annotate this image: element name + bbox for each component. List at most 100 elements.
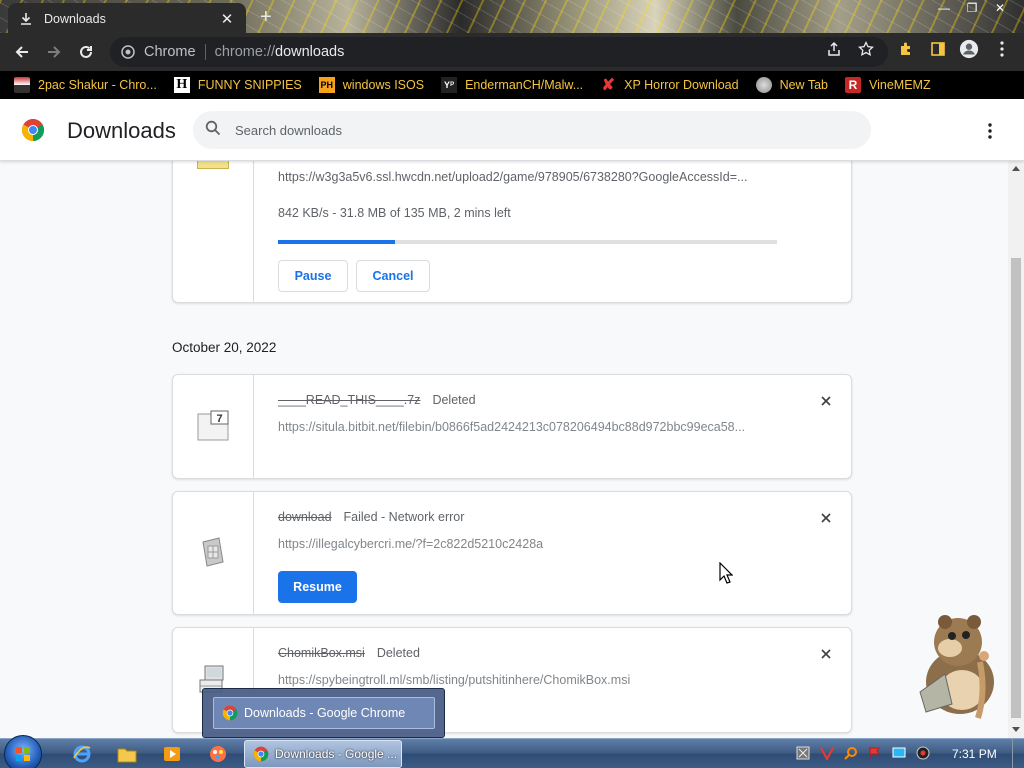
bookmark-endermanch[interactable]: YP EndermanCH/Malw... (441, 77, 583, 93)
progress-bar-fill (278, 240, 396, 244)
bookmark-vinememz[interactable]: R VineMEMZ (845, 77, 931, 93)
extensions-icon[interactable] (896, 39, 916, 59)
tray-search-icon[interactable] (843, 745, 859, 761)
search-input[interactable] (235, 122, 835, 138)
filename-row: download Failed - Network error (278, 510, 464, 524)
tray-flag-icon[interactable] (867, 745, 883, 761)
filename[interactable]: download (278, 510, 332, 524)
taskbar-clock[interactable]: 7:31 PM (952, 747, 997, 761)
resume-button[interactable]: Resume (278, 571, 357, 603)
taskbar-chrome-label: Downloads - Google ... (275, 747, 398, 761)
windows-logo-icon (16, 747, 30, 761)
bookmark-new-tab[interactable]: New Tab (755, 77, 828, 93)
taskbar-thumbnail-preview[interactable]: Downloads - Google Chrome (202, 688, 445, 738)
thumbnail-title: Downloads - Google Chrome (244, 706, 406, 720)
url-path: downloads (275, 44, 345, 60)
tab-downloads[interactable]: Downloads ✕ (8, 3, 246, 33)
media-player-icon[interactable] (152, 741, 192, 767)
chrome-menu-icon[interactable] (992, 39, 1012, 59)
ph-icon: PH (318, 77, 335, 93)
more-actions-icon[interactable] (980, 121, 1000, 141)
side-panel-icon[interactable] (928, 39, 948, 59)
scroll-up-icon[interactable] (1008, 160, 1024, 176)
url-prefix: chrome:// (214, 44, 276, 60)
forward-icon[interactable] (42, 40, 66, 64)
remove-item-icon[interactable] (816, 644, 836, 664)
file-icon-column (173, 160, 254, 302)
chrome-badge-icon (120, 44, 136, 60)
close-window-icon[interactable]: ✕ (986, 0, 1014, 16)
share-icon[interactable] (824, 39, 844, 59)
paint-app-icon[interactable] (198, 741, 238, 767)
filename-row: ____READ_THIS____.7z Deleted (278, 393, 476, 407)
download-url[interactable]: https://situla.bitbit.net/filebin/b0866f… (278, 420, 745, 434)
file-icon-column (173, 492, 254, 614)
h-icon: H (173, 77, 190, 93)
omnibox-url[interactable]: chrome://downloads (215, 44, 345, 60)
7z-archive-icon: 7 (197, 410, 229, 441)
pause-button[interactable]: Pause (278, 260, 348, 292)
search-bar[interactable] (193, 111, 871, 149)
download-url[interactable]: https://spybeingtroll.ml/smb/listing/put… (278, 673, 630, 687)
date-header: October 20, 2022 (172, 340, 277, 355)
restore-icon[interactable]: ❐ (958, 0, 986, 16)
x-icon: ✘ (601, 77, 615, 94)
new-tab-button[interactable]: + (260, 6, 272, 29)
filename-row: ChomikBox.msi Deleted (278, 646, 420, 660)
filename[interactable]: ChomikBox.msi (278, 646, 365, 660)
profile-avatar-icon[interactable] (959, 39, 979, 59)
download-status: Deleted (432, 393, 476, 407)
scrollbar-thumb[interactable] (1011, 258, 1021, 718)
file-icon (197, 160, 229, 169)
remove-item-icon[interactable] (816, 391, 836, 411)
bookmark-funny-snippies[interactable]: H FUNNY SNIPPIES (173, 77, 302, 93)
windows-taskbar: Downloads - Google ... 7:31 PM (0, 735, 1024, 768)
reload-icon[interactable] (74, 40, 98, 64)
file-icon-column: 7 (173, 375, 254, 478)
omnibox-chrome-label: Chrome (144, 44, 196, 60)
internet-explorer-icon[interactable] (62, 741, 102, 767)
start-button[interactable] (4, 735, 42, 768)
filename[interactable]: ____READ_THIS____.7z (278, 393, 420, 407)
globe-icon (755, 77, 772, 93)
thumbnail-window-title[interactable]: Downloads - Google Chrome (213, 697, 435, 729)
remove-item-icon[interactable] (816, 508, 836, 528)
chrome-logo-icon (22, 119, 44, 141)
download-item: download Failed - Network error https://… (172, 491, 852, 615)
taskbar-chrome-button[interactable]: Downloads - Google ... (244, 740, 402, 768)
tray-network-icon[interactable] (795, 745, 811, 761)
bookmark-label: windows ISOS (342, 78, 425, 92)
bookmark-label: 2pac Shakur - Chro... (38, 78, 157, 92)
progress-bar (278, 240, 777, 244)
omnibox-separator (204, 44, 206, 60)
scroll-down-icon[interactable] (1008, 722, 1024, 738)
bookmark-xp-horror[interactable]: ✘ XP Horror Download (600, 77, 738, 94)
download-url[interactable]: https://illegalcybercri.me/?f=2c822d5210… (278, 537, 543, 551)
download-url[interactable]: https://w3g3a5v6.ssl.hwcdn.net/upload2/g… (278, 170, 747, 184)
bookmarks-bar: 2pac Shakur - Chro... H FUNNY SNIPPIES P… (0, 71, 1024, 99)
window-titlebar: Downloads ✕ + — ❐ ✕ (0, 0, 1024, 33)
chrome-logo-icon (222, 705, 238, 721)
close-tab-icon[interactable]: ✕ (218, 10, 236, 28)
show-desktop-button[interactable] (1012, 739, 1024, 768)
cancel-button[interactable]: Cancel (356, 260, 430, 292)
bookmark-star-icon[interactable] (856, 39, 876, 59)
tray-antivirus-icon[interactable] (819, 745, 835, 761)
downloads-list[interactable]: https://w3g3a5v6.ssl.hwcdn.net/upload2/g… (0, 160, 1008, 738)
search-icon (205, 120, 221, 141)
download-item: 7 ____READ_THIS____.7z Deleted https://s… (172, 374, 852, 479)
omnibox[interactable]: Chrome chrome://downloads (110, 37, 888, 67)
file-explorer-icon[interactable] (107, 741, 147, 767)
download-status: Failed - Network error (343, 510, 465, 524)
tray-speaker-icon[interactable] (915, 745, 931, 761)
minimize-icon[interactable]: — (930, 0, 958, 16)
back-icon[interactable] (10, 40, 34, 64)
bookmark-label: VineMEMZ (869, 78, 931, 92)
bookmark-windows-isos[interactable]: PH windows ISOS (318, 77, 425, 93)
progress-status: 842 KB/s - 31.8 MB of 135 MB, 2 mins lef… (278, 206, 511, 220)
yp-icon: YP (441, 77, 458, 93)
mouse-pointer-icon (719, 562, 733, 584)
download-item-active: https://w3g3a5v6.ssl.hwcdn.net/upload2/g… (172, 160, 852, 303)
bookmark-2pac[interactable]: 2pac Shakur - Chro... (14, 77, 157, 93)
tray-display-icon[interactable] (891, 745, 907, 761)
